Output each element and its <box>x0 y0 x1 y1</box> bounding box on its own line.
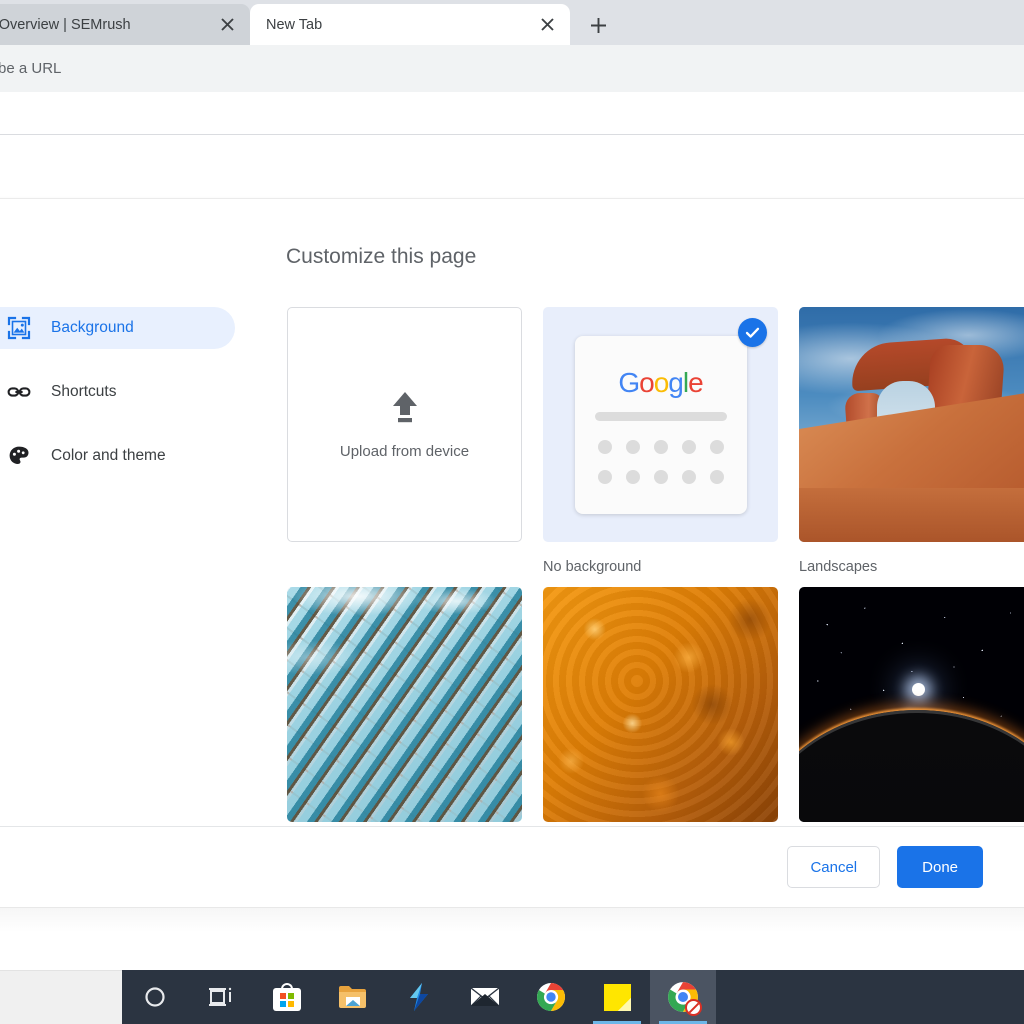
tile-row: Upload from device Google No background … <box>287 307 1024 575</box>
tile-space[interactable] <box>799 587 1024 839</box>
palette-icon <box>6 443 32 469</box>
tile-thumbnail[interactable] <box>799 587 1024 822</box>
done-button[interactable]: Done <box>897 846 983 888</box>
dialog-footer: Cancel Done <box>0 826 1024 907</box>
page-title: Customize this page <box>286 245 477 268</box>
close-icon[interactable] <box>214 12 240 38</box>
browser-tab-semrush[interactable]: yword Overview | SEMrush <box>0 4 250 45</box>
tile-caption: No background <box>543 559 642 575</box>
preview-shortcut-dot <box>681 439 696 454</box>
note-dogear <box>617 997 631 1011</box>
sticky-note-icon[interactable] <box>584 970 650 1024</box>
task-view-icon[interactable] <box>188 970 254 1024</box>
preview-shortcut-dot <box>625 469 640 484</box>
plus-icon[interactable] <box>583 10 613 40</box>
logo-letter: G <box>618 366 640 398</box>
tile-orange-texture[interactable] <box>543 587 778 839</box>
preview-search-bar <box>594 411 727 421</box>
sidebar-item-background[interactable]: Background <box>0 307 235 349</box>
sandstone-foreground <box>799 488 1024 542</box>
bookmarks-bar <box>0 92 1024 135</box>
tab-title: New Tab <box>266 16 323 33</box>
browser-toolbar: be a URL <box>0 45 1024 92</box>
upload-arrow-icon <box>388 390 422 429</box>
tile-thumbnail[interactable]: Google <box>543 307 778 542</box>
dialog-bottom-shadow <box>0 908 1024 932</box>
sidebar-item-color-and-theme[interactable]: Color and theme <box>0 435 240 477</box>
tile-landscapes[interactable]: Landscapes <box>799 307 1024 575</box>
check-circle-icon <box>738 318 767 347</box>
cortana-circle-icon[interactable] <box>122 970 188 1024</box>
windows-taskbar <box>122 970 1024 1024</box>
preview-shortcut-dot <box>653 469 668 484</box>
tile-thumbnail[interactable] <box>543 587 778 822</box>
background-tile-grid: Upload from device Google No background … <box>287 307 1024 851</box>
badge-slash <box>687 1001 700 1014</box>
microsoft-store-icon[interactable] <box>254 970 320 1024</box>
preview-shortcut-dot <box>597 469 612 484</box>
dialog-sidebar: Background Shortcuts Color and theme <box>0 307 240 499</box>
tile-architecture[interactable] <box>287 587 522 839</box>
preview-shortcut-dot <box>709 469 724 484</box>
close-icon[interactable] <box>534 12 560 38</box>
sidebar-item-label: Color and theme <box>51 447 166 464</box>
preview-shortcut-dot <box>653 439 668 454</box>
preview-shortcut-dot <box>681 469 696 484</box>
bag-body <box>273 988 301 1011</box>
chrome-icon[interactable] <box>518 970 584 1024</box>
blocked-badge-icon <box>685 999 702 1016</box>
preview-shortcut-dot <box>709 439 724 454</box>
link-chain-icon <box>6 379 32 405</box>
tile-thumbnail[interactable] <box>799 307 1024 542</box>
preview-shortcut-dot <box>597 439 612 454</box>
tile-thumbnail[interactable] <box>287 587 522 822</box>
tile-upload-from-device[interactable]: Upload from device <box>287 307 522 575</box>
lightning-bolt-icon[interactable] <box>386 970 452 1024</box>
file-explorer-icon[interactable] <box>320 970 386 1024</box>
logo-letter: o <box>653 366 670 398</box>
ms-square-yellow <box>288 1001 294 1007</box>
sidebar-item-label: Shortcuts <box>51 383 117 400</box>
glass-highlights <box>287 587 522 822</box>
sidebar-item-shortcuts[interactable]: Shortcuts <box>0 371 240 413</box>
desktop-left-area <box>0 970 122 1024</box>
preview-shortcut-row <box>597 439 724 454</box>
mail-envelope-icon[interactable] <box>452 970 518 1024</box>
logo-letter: g <box>668 366 684 398</box>
logo-letter: o <box>639 366 655 398</box>
cancel-button[interactable]: Cancel <box>787 846 881 888</box>
logo-letter: e <box>688 366 704 398</box>
tile-thumbnail[interactable]: Upload from device <box>287 307 522 542</box>
note-body <box>603 983 631 1011</box>
new-tab-preview: Google <box>574 335 747 514</box>
tile-no-background[interactable]: Google No background <box>543 307 778 575</box>
browser-tab-new-tab[interactable]: New Tab <box>250 4 570 45</box>
sidebar-item-label: Background <box>51 319 134 336</box>
store-bag-shape <box>273 983 301 1011</box>
omnibox-input[interactable]: be a URL <box>0 60 61 77</box>
tile-upload-label: Upload from device <box>339 442 470 460</box>
tab-strip: yword Overview | SEMrush New Tab <box>0 0 1024 45</box>
bright-star <box>912 683 925 696</box>
image-background-icon <box>6 315 32 341</box>
customize-page-dialog: Customize this page Background Shortcuts… <box>0 198 1024 908</box>
ms-square-red <box>280 993 286 999</box>
ms-square-green <box>288 993 294 999</box>
ms-square-blue <box>280 1001 286 1007</box>
tab-title: yword Overview | SEMrush <box>0 16 131 33</box>
chrome-blocked-icon[interactable] <box>650 970 716 1024</box>
tile-caption: Landscapes <box>799 559 878 575</box>
tile-row <box>287 587 1024 839</box>
preview-shortcut-dot <box>625 439 640 454</box>
preview-shortcut-row <box>597 469 724 484</box>
chrome-with-badge <box>667 981 702 1016</box>
google-logo: Google <box>618 366 704 398</box>
